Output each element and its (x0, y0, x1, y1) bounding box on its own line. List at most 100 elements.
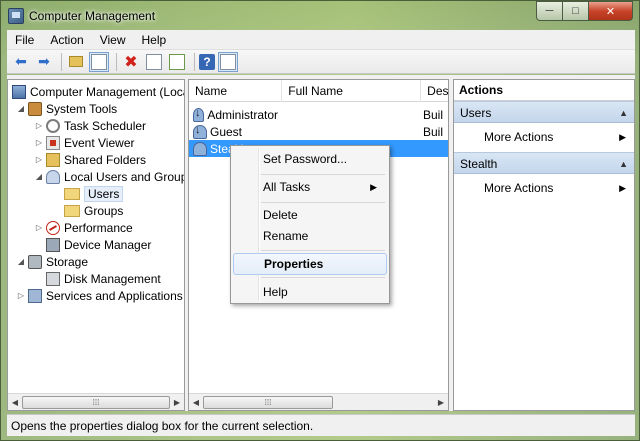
show-hide-tree-icon[interactable] (89, 51, 109, 72)
forward-arrow-icon[interactable]: ➡ (34, 52, 54, 72)
expand-arrow-icon[interactable]: ▷ (34, 155, 44, 164)
column-description[interactable]: Des (421, 80, 448, 102)
properties-icon[interactable] (144, 52, 164, 72)
scroll-right-icon[interactable]: ▶ (170, 398, 184, 407)
tree-item-shared-folders[interactable]: ▷ Shared Folders (34, 151, 146, 168)
more-actions-stealth[interactable]: More Actions ▶ (454, 174, 634, 203)
tree-item-label: Device Manager (64, 237, 152, 252)
menu-bar: File Action View Help (7, 30, 635, 50)
shared-folder-icon (46, 152, 60, 167)
menu-delete[interactable]: Delete (233, 204, 387, 226)
menu-item-label: All Tasks (263, 180, 311, 194)
tree-horizontal-scrollbar[interactable]: ◀ ⁞⁞⁞ ▶ (8, 393, 184, 410)
close-button[interactable]: ✕ (589, 1, 633, 21)
menu-set-password[interactable]: Set Password... (233, 148, 387, 170)
actions-section-users[interactable]: Users ▲ (454, 101, 634, 123)
menu-help[interactable]: Help (233, 281, 387, 303)
window-title: Computer Management (29, 8, 156, 23)
collapse-arrow-icon[interactable]: ◢ (34, 172, 44, 181)
list-header: Name Full Name Des (189, 80, 448, 102)
minimize-button[interactable]: ─ (536, 1, 563, 21)
submenu-arrow-icon: ▶ (619, 132, 626, 142)
tree-item-services-applications[interactable]: ▷ Services and Applications (16, 287, 183, 304)
export-list-icon[interactable] (167, 52, 187, 72)
scroll-left-icon[interactable]: ◀ (189, 398, 203, 407)
window-controls: ─ □ ✕ (536, 1, 633, 21)
tree-item-performance[interactable]: ▷ Performance (34, 219, 133, 236)
menu-help[interactable]: Help (134, 33, 175, 47)
console-tree: Computer Management (Local ◢ System Tool… (7, 79, 185, 411)
computer-management-icon (8, 7, 24, 24)
scrollbar-thumb[interactable]: ⁞⁞⁞ (203, 395, 333, 409)
delete-icon[interactable]: ✖ (121, 52, 141, 72)
expand-arrow-icon[interactable]: ▷ (34, 121, 44, 130)
folder-icon (64, 204, 80, 217)
tree-item-disk-management[interactable]: Disk Management (44, 270, 161, 287)
context-menu: Set Password... All Tasks ▶ Delete Renam… (230, 145, 390, 304)
scroll-right-icon[interactable]: ▶ (434, 398, 448, 407)
menu-separator (261, 174, 385, 175)
tree-item-event-viewer[interactable]: ▷ Event Viewer (34, 134, 134, 151)
services-icon (28, 288, 42, 303)
tree-item-users[interactable]: Users (62, 185, 124, 202)
toolbar-separator (61, 52, 62, 71)
user-description: Buil (423, 107, 444, 122)
collapse-arrow-icon[interactable]: ▲ (619, 153, 628, 175)
list-horizontal-scrollbar[interactable]: ◀ ⁞⁞⁞ ▶ (189, 393, 448, 410)
actions-section-stealth[interactable]: Stealth ▲ (454, 152, 634, 174)
submenu-arrow-icon: ▶ (619, 183, 626, 193)
tree-item-task-scheduler[interactable]: ▷ Task Scheduler (34, 117, 146, 134)
tree-item-local-users-groups[interactable]: ◢ Local Users and Groups (34, 168, 184, 185)
title-bar[interactable]: Computer Management ─ □ ✕ (1, 1, 639, 30)
tree-item-label: Users (84, 185, 124, 202)
tree-item-computer-management[interactable]: Computer Management (Local (10, 83, 184, 100)
tree-item-label: Shared Folders (64, 152, 147, 167)
users-icon (46, 169, 60, 184)
back-arrow-icon[interactable]: ⬅ (11, 52, 31, 72)
more-actions-users[interactable]: More Actions ▶ (454, 123, 634, 152)
show-hide-action-pane-icon[interactable] (218, 51, 238, 72)
toolbar-separator (194, 52, 195, 71)
performance-icon (46, 220, 60, 235)
user-row-administrator[interactable]: Administrator Buil (189, 106, 448, 123)
collapse-arrow-icon[interactable]: ◢ (16, 104, 26, 113)
tree-item-device-manager[interactable]: Device Manager (44, 236, 151, 253)
column-name[interactable]: Name (189, 80, 283, 102)
tree-item-label: Task Scheduler (64, 118, 147, 133)
menu-all-tasks[interactable]: All Tasks ▶ (233, 176, 387, 198)
tree-item-label: Event Viewer (64, 135, 135, 150)
menu-rename[interactable]: Rename (233, 225, 387, 247)
section-header: Stealth (460, 157, 498, 171)
tree-item-label: Performance (64, 220, 133, 235)
up-folder-icon[interactable] (66, 52, 86, 72)
user-name: Administrator (207, 107, 278, 122)
tree-item-groups[interactable]: Groups (62, 202, 123, 219)
tree-item-storage[interactable]: ◢ Storage (16, 253, 88, 270)
menu-view[interactable]: View (92, 33, 134, 47)
user-description: Buil (423, 124, 444, 139)
tree-item-label: Services and Applications (46, 288, 183, 303)
collapse-arrow-icon[interactable]: ◢ (16, 257, 26, 266)
action-label: More Actions (484, 181, 554, 195)
scrollbar-thumb[interactable]: ⁞⁞⁞ (22, 395, 170, 409)
maximize-button[interactable]: □ (563, 1, 589, 21)
status-bar: Opens the properties dialog box for the … (7, 414, 635, 436)
menu-separator (261, 202, 385, 203)
menu-separator (261, 250, 385, 251)
menu-action[interactable]: Action (42, 33, 91, 47)
computer-management-window: Computer Management ─ □ ✕ File Action Vi… (0, 0, 640, 441)
action-label: More Actions (484, 130, 554, 144)
scroll-left-icon[interactable]: ◀ (8, 398, 22, 407)
expand-arrow-icon[interactable]: ▷ (16, 291, 26, 300)
menu-file[interactable]: File (7, 33, 42, 47)
computer-icon (12, 84, 26, 99)
menu-properties[interactable]: Properties (233, 253, 387, 275)
help-icon[interactable]: ? (199, 53, 215, 70)
user-icon (193, 141, 207, 156)
collapse-arrow-icon[interactable]: ▲ (619, 102, 628, 124)
expand-arrow-icon[interactable]: ▷ (34, 138, 44, 147)
column-full-name[interactable]: Full Name (282, 80, 422, 102)
user-row-guest[interactable]: Guest Buil (189, 123, 448, 140)
tree-item-system-tools[interactable]: ◢ System Tools (16, 100, 117, 117)
expand-arrow-icon[interactable]: ▷ (34, 223, 44, 232)
